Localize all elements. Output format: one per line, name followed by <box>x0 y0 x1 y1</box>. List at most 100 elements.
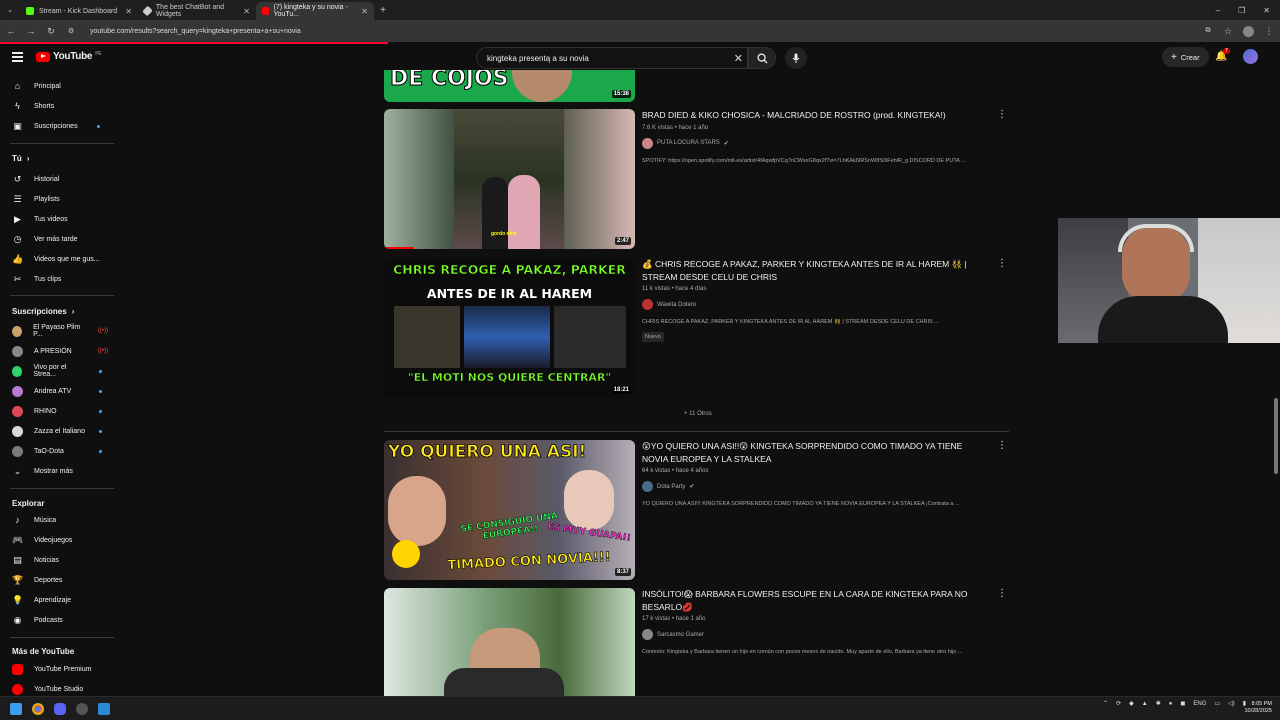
video-title[interactable]: BRAD DIED & KIKO CHOSICA - MALCRIADO DE … <box>642 109 982 122</box>
clear-search-icon[interactable]: ✕ <box>734 52 743 65</box>
bluetooth-icon[interactable]: ✱ <box>1156 700 1161 707</box>
tray-app-icon[interactable]: ● <box>1169 701 1173 707</box>
bookmark-star-icon[interactable]: ☆ <box>1223 26 1233 37</box>
browser-tab-youtube[interactable]: (7) kingteka y su novia - YouTu... ✕ <box>256 2 374 20</box>
menu-kebab-icon[interactable]: ⋮ <box>1264 26 1274 37</box>
minimize-icon[interactable]: – <box>1216 6 1220 15</box>
voice-search-button[interactable] <box>785 47 807 69</box>
channel-name[interactable]: Wawita Dotero <box>657 302 696 308</box>
youtube-logo[interactable]: YouTube PE <box>36 51 102 62</box>
network-icon[interactable]: ▭ <box>1214 700 1220 707</box>
sidebar-item-shorts[interactable]: ϟ Shorts <box>0 97 120 115</box>
channel-row[interactable]: Sarcasmo Gamer <box>642 629 982 640</box>
sidebar-item-ver-mas-tarde[interactable]: ◷ Ver más tarde <box>0 230 120 248</box>
sidebar-sub-channel[interactable]: A PRESIÓN ((•)) <box>0 342 120 360</box>
account-avatar[interactable] <box>1243 49 1258 64</box>
tab-search-chevron-icon[interactable]: ⌄ <box>0 6 20 14</box>
search-button[interactable] <box>748 47 776 69</box>
video-title[interactable]: 💰 CHRIS RECOGE A PAKAZ, PARKER Y KINGTEK… <box>642 258 982 283</box>
channel-row[interactable]: Dota Party ✔ <box>642 481 982 492</box>
sidebar-item-tus-videos[interactable]: ▶ Tus videos <box>0 210 120 228</box>
sidebar-item-suscripciones[interactable]: ▣ Suscripciones <box>0 117 120 135</box>
notepad-icon[interactable] <box>98 702 110 715</box>
channel-name[interactable]: PUTA LOCURA STARS <box>657 140 720 146</box>
language-indicator[interactable]: ENG <box>1193 701 1206 707</box>
video-menu-icon[interactable]: ⋮ <box>997 588 1007 599</box>
sidebar-item-playlists[interactable]: ☰ Playlists <box>0 190 120 208</box>
close-window-icon[interactable]: ✕ <box>1263 6 1270 15</box>
install-icon[interactable]: ⧉ <box>1203 27 1213 35</box>
volume-icon[interactable]: ◁) <box>1228 700 1235 707</box>
tray-app-icon[interactable]: ◼ <box>1180 700 1185 707</box>
sidebar-item-principal[interactable]: ⌂ Principal <box>0 77 120 95</box>
video-result[interactable]: CHRIS RECOGE A PAKAZ, PARKER ANTES DE IR… <box>384 258 1009 398</box>
forward-icon[interactable]: → <box>26 26 36 36</box>
close-tab-icon[interactable]: ✕ <box>125 7 132 16</box>
video-result[interactable]: YO QUIERO UNA ASI! SE CONSIGUIO UNA EURO… <box>384 440 1009 580</box>
discord-icon[interactable] <box>54 702 66 715</box>
browser-tab-kick[interactable]: Stream - Kick Dashboard ✕ <box>20 2 138 20</box>
video-thumbnail[interactable]: CHRIS RECOGE A PAKAZ, PARKER ANTES DE IR… <box>384 258 635 398</box>
sidebar-item-aprendizaje[interactable]: 💡 Aprendizaje <box>0 591 120 609</box>
thumbnail-text: TIMADO CON NOVIA!!! <box>447 549 612 574</box>
video-thumbnail[interactable] <box>384 588 635 696</box>
sidebar-item-youtube-premium[interactable]: YouTube Premium <box>0 660 120 678</box>
sidebar-sub-channel[interactable]: El Payaso Plim P... ((•)) <box>0 322 120 340</box>
video-menu-icon[interactable]: ⋮ <box>997 258 1007 269</box>
video-result[interactable]: gordo dice 2:47 BRAD DIED & KIKO CHOSICA… <box>384 109 1009 249</box>
video-title[interactable]: 😲YO QUIERO UNA ASI!!😲 KINGTEKA SORPRENDI… <box>642 440 982 465</box>
sidebar-item-podcasts[interactable]: ◉ Podcasts <box>0 611 120 629</box>
windows-start-icon[interactable] <box>10 702 22 715</box>
sidebar-item-liked-videos[interactable]: 👍 Videos que me gus... <box>0 250 120 268</box>
video-result-partial[interactable]: DE COJOS 15:38 <box>384 70 1009 102</box>
sidebar-you-heading[interactable]: Tú › <box>12 154 29 163</box>
chrome-icon[interactable] <box>32 702 44 715</box>
sidebar-sub-channel[interactable]: Vivo por el Strea... <box>0 362 120 380</box>
back-icon[interactable]: ← <box>6 26 16 36</box>
sidebar-sub-channel[interactable]: RHINO <box>0 402 120 420</box>
channel-name[interactable]: Dota Party <box>657 484 685 490</box>
video-menu-icon[interactable]: ⋮ <box>997 109 1007 120</box>
create-button[interactable]: + Crear <box>1162 47 1209 67</box>
close-tab-icon[interactable]: ✕ <box>243 7 250 16</box>
sidebar-item-tus-clips[interactable]: ✂ Tus clips <box>0 270 120 288</box>
sidebar-subs-heading[interactable]: Suscripciones › <box>12 307 74 316</box>
url-field[interactable]: youtube.com/results?search_query=kingtek… <box>90 28 1193 35</box>
taskbar-clock[interactable]: 8:05 PM 10/28/2025 <box>1244 701 1272 715</box>
new-tab-icon[interactable]: + <box>374 5 392 16</box>
sidebar-sub-channel[interactable]: Zazza el Italiano <box>0 422 120 440</box>
sync-icon[interactable]: ⟳ <box>1116 700 1121 707</box>
maximize-icon[interactable]: ❐ <box>1238 6 1245 15</box>
reload-icon[interactable]: ↻ <box>46 26 56 37</box>
video-duration: 2:47 <box>614 237 631 245</box>
video-menu-icon[interactable]: ⋮ <box>997 440 1007 451</box>
video-thumbnail[interactable]: DE COJOS 15:38 <box>384 70 635 102</box>
profile-icon[interactable] <box>1243 25 1254 37</box>
tray-app-icon[interactable]: ◆ <box>1129 700 1134 707</box>
more-results-label[interactable]: + 11 Otros <box>684 411 712 417</box>
hamburger-menu-icon[interactable] <box>12 52 23 64</box>
sidebar-item-historial[interactable]: ↺ Historial <box>0 170 120 188</box>
sidebar-item-videojuegos[interactable]: 🎮 Videojuegos <box>0 531 120 549</box>
obs-icon[interactable] <box>76 702 88 715</box>
page-scrollbar[interactable] <box>1274 398 1278 474</box>
channel-row[interactable]: PUTA LOCURA STARS ✔ <box>642 137 982 149</box>
video-result[interactable]: INSÓLITO!😱 BARBARA FLOWERS ESCUPE EN LA … <box>384 588 1009 696</box>
sidebar-sub-channel[interactable]: Andrea ATV <box>0 382 120 400</box>
site-info-icon[interactable]: ⚙ <box>66 27 76 35</box>
video-thumbnail[interactable]: YO QUIERO UNA ASI! SE CONSIGUIO UNA EURO… <box>384 440 635 580</box>
sidebar-item-deportes[interactable]: 🏆 Deportes <box>0 571 120 589</box>
close-tab-icon[interactable]: ✕ <box>361 7 368 16</box>
sidebar-item-noticias[interactable]: ▤ Noticias <box>0 551 120 569</box>
tray-app-icon[interactable]: ▲ <box>1142 701 1148 707</box>
tray-chevron-icon[interactable]: ⌃ <box>1103 700 1108 707</box>
sidebar-show-more[interactable]: ⌄ Mostrar más <box>0 462 120 480</box>
sidebar-item-musica[interactable]: ♪ Música <box>0 511 120 529</box>
browser-tab-chatbot[interactable]: The best ChatBot and Widgets ✕ <box>138 2 256 20</box>
sidebar-sub-channel[interactable]: TaO-Dota <box>0 442 120 460</box>
video-thumbnail[interactable]: gordo dice 2:47 <box>384 109 635 249</box>
channel-name[interactable]: Sarcasmo Gamer <box>657 632 704 638</box>
channel-row[interactable]: Wawita Dotero <box>642 299 982 310</box>
search-input[interactable]: kingteka presentą a su novia ✕ <box>476 47 748 69</box>
video-title[interactable]: INSÓLITO!😱 BARBARA FLOWERS ESCUPE EN LA … <box>642 588 982 613</box>
